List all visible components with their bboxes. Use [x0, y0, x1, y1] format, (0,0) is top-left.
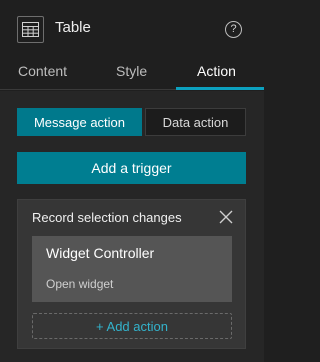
action-target-name: Widget Controller: [46, 245, 155, 261]
table-icon: [17, 16, 44, 43]
tab-bar: Content Style Action: [0, 57, 264, 90]
message-action-toggle[interactable]: Message action: [17, 108, 142, 136]
data-action-toggle[interactable]: Data action: [145, 108, 246, 136]
action-type: Open widget: [46, 277, 114, 291]
help-icon[interactable]: ?: [225, 21, 242, 38]
close-icon[interactable]: [219, 210, 233, 224]
add-action-button[interactable]: + Add action: [32, 313, 232, 339]
trigger-title: Record selection changes: [32, 210, 182, 225]
trigger-card: Record selection changes Widget Controll…: [17, 199, 246, 349]
panel-title: Table: [55, 19, 91, 36]
tab-style[interactable]: Style: [116, 63, 147, 90]
action-item[interactable]: Widget Controller Open widget: [32, 236, 232, 302]
active-tab-indicator: [176, 87, 264, 90]
tab-action[interactable]: Action: [197, 63, 236, 90]
tab-content[interactable]: Content: [18, 63, 67, 90]
panel-header: Table ?: [0, 0, 264, 57]
add-trigger-button[interactable]: Add a trigger: [17, 152, 246, 184]
